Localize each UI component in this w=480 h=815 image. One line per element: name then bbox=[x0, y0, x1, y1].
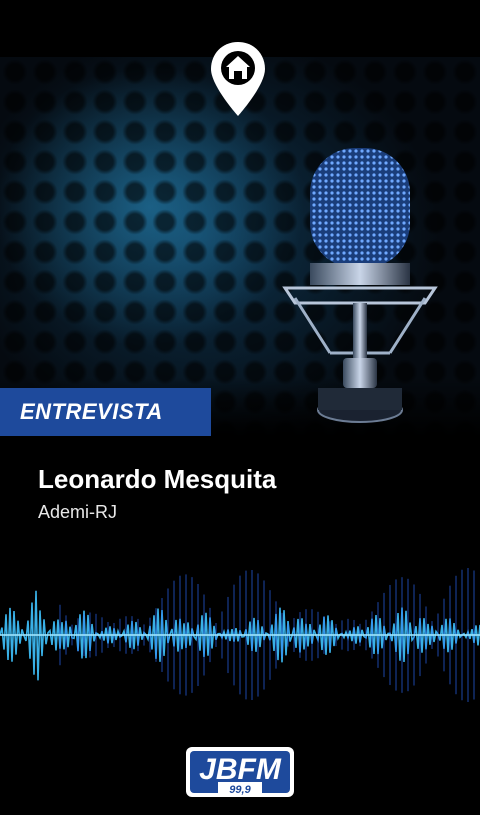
jbfm-logo: JBFM 99,9 bbox=[186, 747, 294, 797]
home-location-pin-icon[interactable] bbox=[209, 40, 267, 118]
category-tag: ENTREVISTA bbox=[0, 388, 211, 436]
audio-waveform-image bbox=[0, 567, 480, 703]
microphone-image bbox=[282, 148, 438, 423]
svg-text:JBFM: JBFM bbox=[199, 753, 282, 786]
svg-text:99,9: 99,9 bbox=[229, 784, 251, 796]
category-label: ENTREVISTA bbox=[20, 399, 163, 424]
guest-name: Leonardo Mesquita bbox=[38, 464, 277, 494]
guest-organization: Ademi-RJ bbox=[38, 502, 118, 522]
